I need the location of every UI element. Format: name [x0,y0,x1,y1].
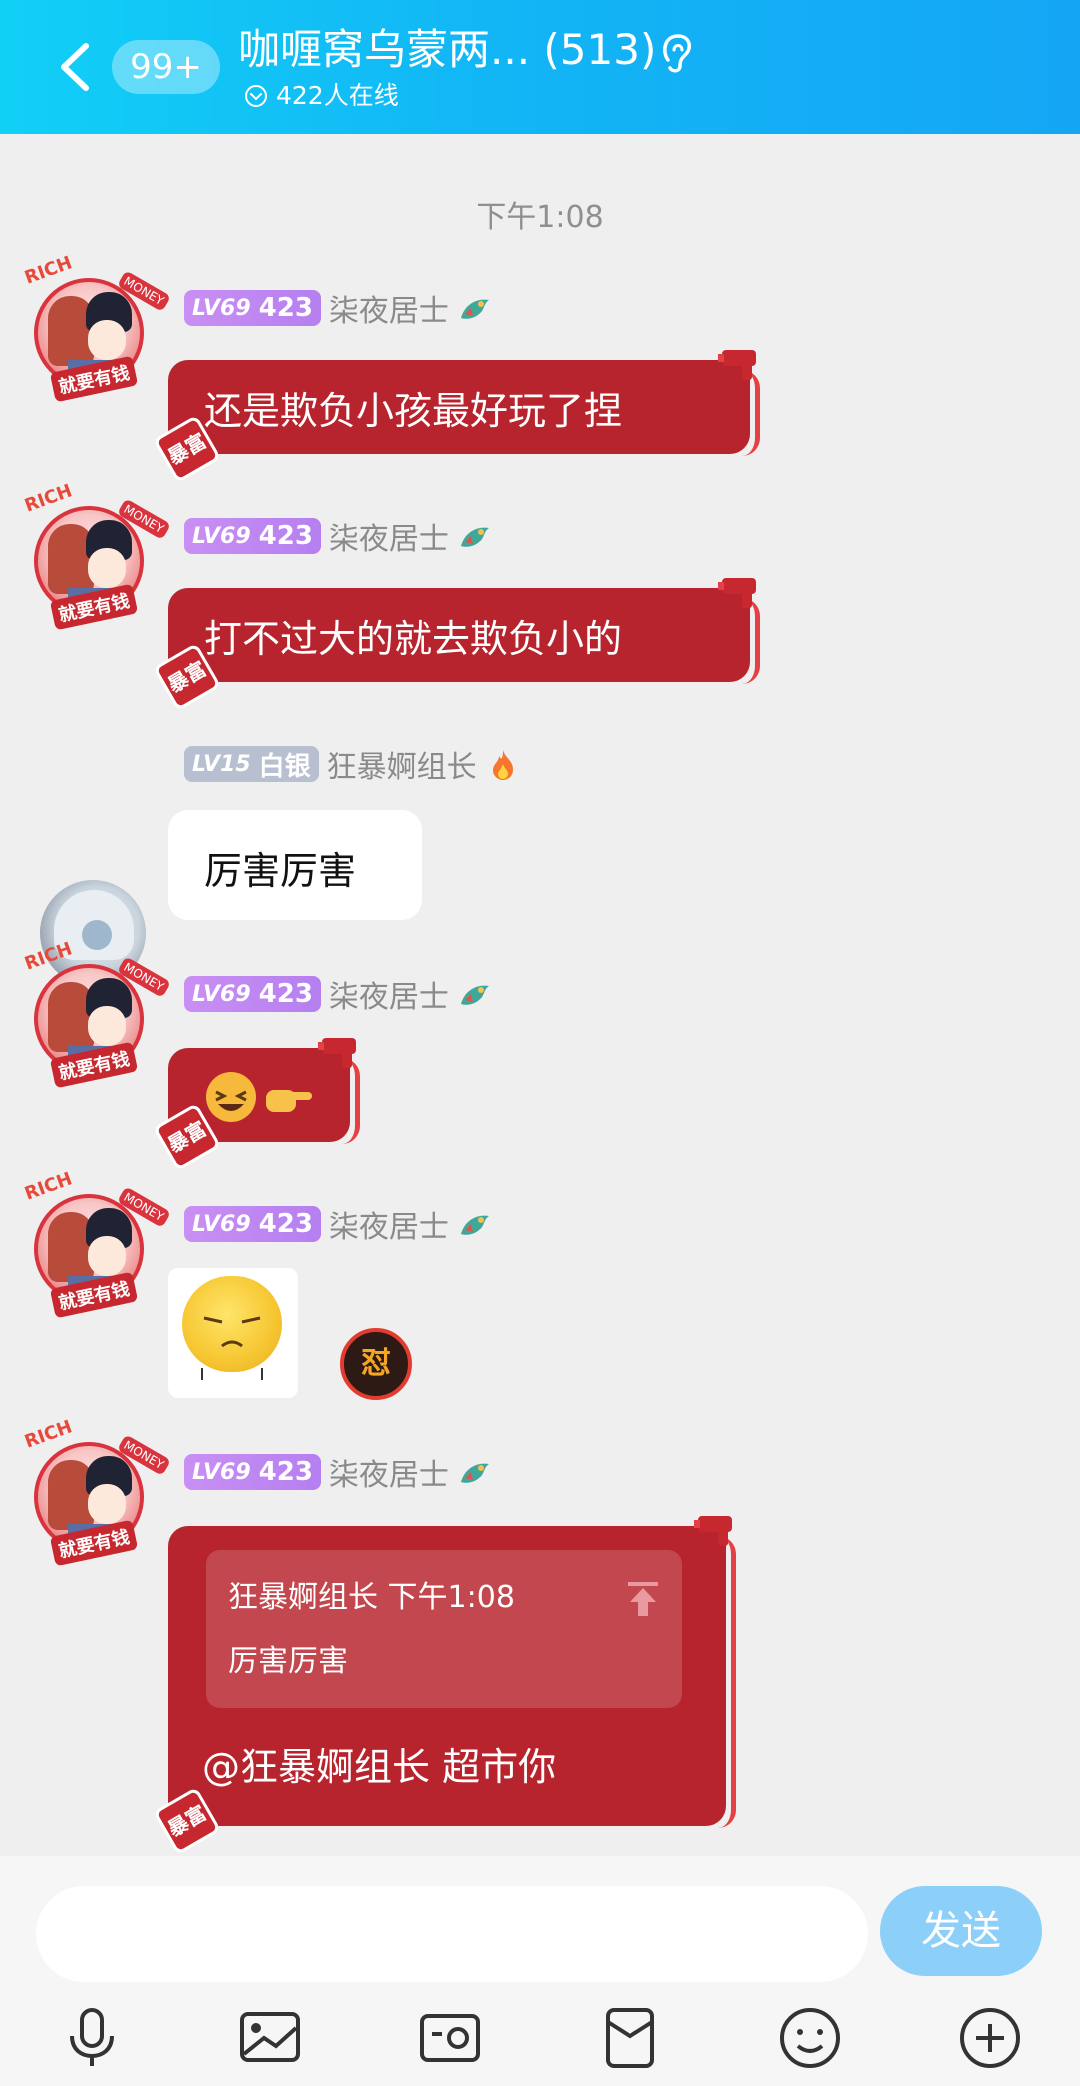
message-meta: LV69 423 柒夜居士 [184,972,493,1016]
message-input[interactable] [36,1886,868,1982]
online-status[interactable]: 422人在线 [244,78,399,114]
time-divider: 下午1:08 [476,200,604,235]
money-gun-icon [718,578,756,608]
message-bubble[interactable]: 厉害厉害 [168,810,422,920]
annoyed-face-icon [201,1316,263,1380]
level-badge[interactable]: LV69 423 [184,1206,321,1242]
message-meta: LV69 423 柒夜居士 [184,514,493,558]
dragon-emblem-icon [460,1215,489,1235]
jump-to-top-icon[interactable] [626,1580,660,1618]
back-arrow-icon[interactable] [56,42,96,92]
sender-nickname[interactable]: 柒夜居士 [329,1450,449,1494]
online-count: 422人在线 [276,81,399,110]
ear-icon[interactable] [656,30,696,74]
sender-nickname[interactable]: 柒夜居士 [329,514,449,558]
message-text: @狂暴婀组长 超市你 [202,1745,557,1789]
bubble-stamp: 暴富 [152,1786,222,1856]
sender-nickname[interactable]: 柒夜居士 [329,972,449,1016]
avatar[interactable]: RICH MONEY 就要有钱 [22,480,171,631]
chat-header: 99+ 咖喱窝乌蒙两... (513) 422人在线 [0,0,1080,134]
message-meta: LV15 白银 狂暴婀组长 [184,742,521,786]
avatar[interactable]: RICH MONEY 就要有钱 [22,1416,171,1567]
sticker-image[interactable] [168,1268,298,1398]
dragon-emblem-icon [460,985,489,1005]
avatar[interactable]: RICH MONEY 就要有钱 [22,252,171,403]
chevron-circle-icon [245,85,267,107]
camera-icon[interactable] [416,2004,484,2072]
sender-nickname[interactable]: 狂暴婀组长 [327,742,477,786]
chat-messages[interactable]: 下午1:08 RICH MONEY 就要有钱 LV69 423 柒夜居士 还是欺… [0,134,1080,1856]
message-meta: LV69 423 柒夜居士 [184,286,493,330]
dragon-emblem-icon [460,1463,489,1483]
level-badge[interactable]: LV69 423 [184,290,321,326]
quote-header: 狂暴婀组长 下午1:08 [228,1572,515,1616]
message-meta: LV69 423 柒夜居士 [184,1450,493,1494]
input-toolbar [0,2004,1080,2074]
plus-icon[interactable] [956,2004,1024,2072]
pointing-hand-icon [266,1090,312,1112]
reply-message-bubble[interactable]: 狂暴婀组长 下午1:08 厉害厉害 @狂暴婀组长 超市你 暴富 [152,1516,736,1856]
quote-time: 下午1:08 [387,1580,515,1615]
message-text: 还是欺负小孩最好玩了捏 [204,389,623,433]
avatar[interactable]: RICH MONEY 就要有钱 [22,1168,171,1319]
quote-author: 狂暴婀组长 [228,1580,378,1615]
quote-text: 厉害厉害 [228,1644,348,1679]
quoted-message[interactable]: 狂暴婀组长 下午1:08 厉害厉害 [206,1550,682,1708]
image-icon[interactable] [236,2004,304,2072]
avatar[interactable]: RICH MONEY 就要有钱 [22,938,171,1089]
send-button[interactable]: 发送 [880,1886,1042,1976]
money-gun-icon [318,1038,356,1068]
unread-count-badge[interactable]: 99+ [112,40,220,94]
microphone-icon[interactable] [58,2004,126,2072]
message-bubble[interactable]: 暴富 [152,1038,360,1172]
level-badge[interactable]: LV69 423 [184,518,321,554]
message-bubble[interactable]: 打不过大的就去欺负小的 暴富 [152,578,760,712]
level-badge[interactable]: LV69 423 [184,976,321,1012]
money-gun-icon [718,350,756,380]
message-text: 打不过大的就去欺负小的 [204,617,623,661]
level-badge[interactable]: LV15 白银 [184,746,319,782]
dragon-emblem-icon [460,527,489,547]
sender-nickname[interactable]: 柒夜居士 [329,286,449,330]
input-bar: 发送 [0,1856,1080,2086]
message-bubble[interactable]: 还是欺负小孩最好玩了捏 暴富 [152,350,760,484]
sender-nickname[interactable]: 柒夜居士 [329,1202,449,1246]
money-gun-icon [694,1516,732,1546]
red-packet-icon[interactable] [596,2004,664,2072]
group-title[interactable]: 咖喱窝乌蒙两... (513) [238,22,656,78]
dragon-emblem-icon [460,299,489,319]
laughing-face-icon [206,1072,256,1122]
level-badge[interactable]: LV69 423 [184,1454,321,1490]
message-text: 厉害厉害 [204,849,357,893]
emoji-icon[interactable] [776,2004,844,2072]
fire-icon [492,750,513,780]
sticker-badge: 怼 [340,1328,412,1400]
message-meta: LV69 423 柒夜居士 [184,1202,493,1246]
